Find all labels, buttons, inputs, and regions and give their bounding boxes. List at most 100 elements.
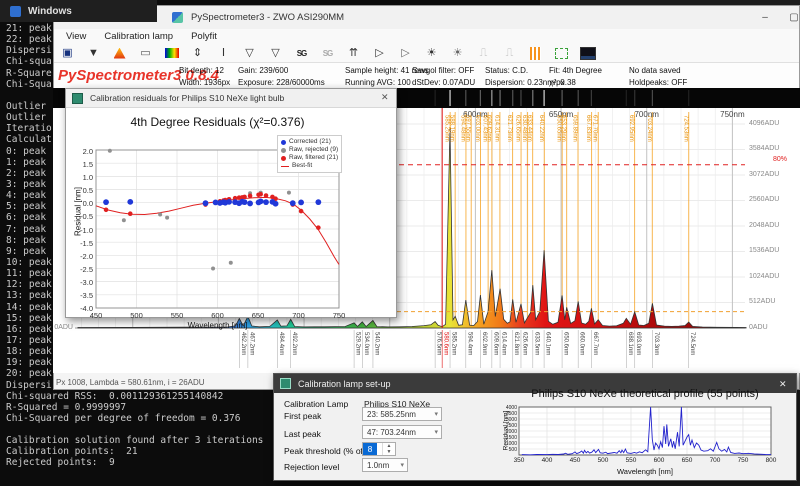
y-tick-label: -2.0 <box>68 252 93 261</box>
rejected-point <box>287 191 291 195</box>
y-tick-label: -2.5 <box>68 265 93 274</box>
residuals-chart-title: 4th Degree Residuals (χ²=0.376) <box>66 115 369 129</box>
corrected-point <box>273 201 279 207</box>
spectrum-overlay-icon[interactable] <box>111 46 128 61</box>
corrected-point <box>103 199 109 205</box>
filtered-point <box>248 194 253 199</box>
sample-height-icon[interactable]: Ⅰ <box>215 46 232 61</box>
status-line: Px 1008, Lambda = 580.61nm, i = 26ADU <box>56 378 205 387</box>
corrected-point <box>242 199 248 205</box>
filtered-point <box>104 207 109 212</box>
residuals-dialog-title-bar[interactable]: Calibration residuals for Philips S10 Ne… <box>66 89 396 108</box>
colormap-icon[interactable] <box>163 46 180 61</box>
terminal-icon <box>10 6 21 17</box>
corrected-point <box>247 201 253 207</box>
x-tick-label: 550 <box>167 311 187 320</box>
rejected-point <box>158 213 162 217</box>
residuals-close-icon[interactable]: ✕ <box>381 92 389 103</box>
app-icon <box>172 12 183 23</box>
step-curve-alt-icon[interactable]: ⎍ <box>501 46 518 61</box>
maximize-button[interactable]: ▢ <box>781 8 800 27</box>
menu-view[interactable]: View <box>66 31 86 42</box>
filtered-point <box>264 193 269 198</box>
legend-entry: Raw, rejected (9) <box>281 146 338 154</box>
menu-calibration-lamp[interactable]: Calibration lamp <box>104 31 173 42</box>
corrected-point <box>315 199 321 205</box>
run-once-icon[interactable]: ▷ <box>397 46 414 61</box>
x-axis-label: Wavelength [nm] <box>66 321 369 330</box>
window-title: PySpectrometer3 - ZWO ASI290MM <box>191 12 344 23</box>
run-icon[interactable]: ▷ <box>371 46 388 61</box>
vertical-center-icon[interactable]: ⇕ <box>189 46 206 61</box>
legend-entry: Corrected (21) <box>281 138 338 146</box>
terminal-line: Calibration solution found after 3 itera… <box>6 435 263 446</box>
roi-select-icon[interactable] <box>553 46 570 61</box>
desktop: { "terminal": { "title": "Windows", "lin… <box>0 0 800 486</box>
save-icon[interactable]: ▣ <box>59 46 76 61</box>
x-tick-label: 350 <box>509 457 529 464</box>
toolbar: ▣ ▼ ▭ ⇕ Ⅰ ▽ ▽ SG SG ⇈ ▷ ▷ ☀ ☀ ⎍ ⎍ <box>54 44 799 63</box>
savgol-icon[interactable]: SG <box>293 46 310 61</box>
legend: Corrected (21)Raw, rejected (9)Raw, filt… <box>277 135 342 173</box>
x-tick-label: 700 <box>705 457 725 464</box>
waterfall-icon[interactable] <box>579 46 596 61</box>
filter-icon[interactable]: ▽ <box>267 46 284 61</box>
corrected-point <box>127 199 133 205</box>
info-column: Savgol filter: OFFdStDev: 0.07ADU <box>412 65 475 89</box>
x-tick-label: 600 <box>208 311 228 320</box>
terminal-line: Rejected points: 9 <box>6 457 263 468</box>
y-tick-label: 2.0 <box>68 147 93 156</box>
brightness-down-icon[interactable]: ☀ <box>449 46 466 61</box>
y-axis-label: Residual [nm] <box>74 182 83 242</box>
y-tick-label: 1.5 <box>68 160 93 169</box>
filtered-point <box>258 192 263 197</box>
y-axis-label: Residual [nm] <box>503 401 510 461</box>
terminal-line: Chi-squared RSS: 0.001129361255140842 <box>6 391 263 402</box>
calibration-lines-icon[interactable] <box>527 46 544 61</box>
info-column: No data savedHoldpeaks: OFF <box>629 65 687 89</box>
x-tick-label: 600 <box>649 457 669 464</box>
corrected-point <box>263 199 269 205</box>
x-tick-label: 650 <box>248 311 268 320</box>
x-tick-label: 750 <box>329 311 349 320</box>
lamp-setup-dialog: Calibration lamp set-up ✕ Calibration La… <box>273 373 797 481</box>
info-column: Bit depth: 12Width: 1936px <box>179 65 230 89</box>
rejected-point <box>211 266 215 270</box>
corrected-point <box>226 199 232 205</box>
exposure-marker-icon[interactable]: ▼ <box>85 46 102 61</box>
y-tick-label: -3.0 <box>68 278 93 287</box>
y-tick-label: 1.0 <box>68 173 93 182</box>
rejected-point <box>229 261 233 265</box>
terminal-title-bar[interactable]: Windows <box>0 0 157 22</box>
minimize-button[interactable]: – <box>752 8 778 27</box>
savgol-alt-icon[interactable]: SG <box>319 46 336 61</box>
filtered-point <box>316 225 321 230</box>
x-axis-label: Wavelength [nm] <box>504 467 786 476</box>
x-tick-label: 450 <box>565 457 585 464</box>
x-tick-label: 550 <box>621 457 641 464</box>
find-peaks-icon[interactable]: ⇈ <box>345 46 362 61</box>
x-tick-label: 500 <box>127 311 147 320</box>
menu-polyfit[interactable]: Polyfit <box>191 31 217 42</box>
x-tick-label: 400 <box>537 457 557 464</box>
y-tick-label: -3.5 <box>68 291 93 300</box>
corrected-point <box>258 198 264 204</box>
y-tick-label: -4.0 <box>68 304 93 313</box>
x-tick-label: 750 <box>733 457 753 464</box>
terminal-title: Windows <box>28 6 148 17</box>
corrected-point <box>298 200 304 206</box>
filter-fft-icon[interactable]: ▽ <box>241 46 258 61</box>
x-tick-label: 500 <box>593 457 613 464</box>
rejected-point <box>108 149 112 153</box>
filtered-point <box>242 195 247 200</box>
corrected-point <box>290 200 296 206</box>
x-tick-label: 700 <box>289 311 309 320</box>
frame-icon[interactable]: ▭ <box>137 46 154 61</box>
residuals-dialog: Calibration residuals for Philips S10 Ne… <box>65 88 397 318</box>
filtered-point <box>299 209 304 214</box>
brightness-up-icon[interactable]: ☀ <box>423 46 440 61</box>
chart-icon <box>72 93 83 104</box>
title-bar[interactable]: PySpectrometer3 - ZWO ASI290MM – ▢ ✕ <box>54 6 799 29</box>
rejected-point <box>165 216 169 220</box>
step-curve-icon[interactable]: ⎍ <box>475 46 492 61</box>
